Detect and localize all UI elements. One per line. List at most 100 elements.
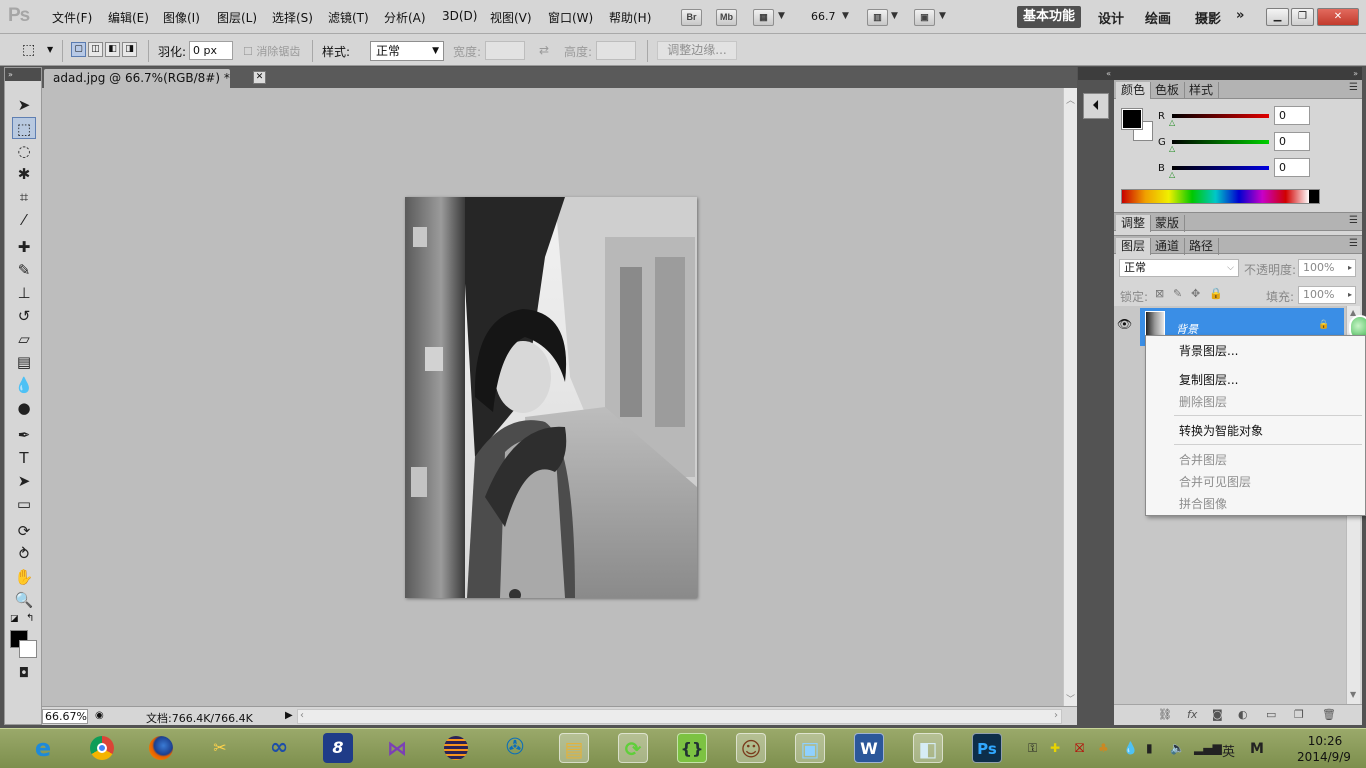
collapse-icon[interactable]: »: [5, 68, 41, 81]
collapse-panels-icon[interactable]: »: [1114, 67, 1362, 80]
blue-slider-knob[interactable]: △: [1169, 170, 1175, 179]
chevron-down-icon[interactable]: ▼: [939, 11, 946, 21]
menu-3d[interactable]: 3D(D): [442, 9, 477, 23]
swap-colors-icon[interactable]: ↰: [26, 613, 34, 624]
type-tool-icon[interactable]: T: [12, 447, 36, 469]
menu-edit[interactable]: 编辑(E): [108, 9, 149, 26]
fill-arrow-icon[interactable]: ▸: [1348, 287, 1352, 303]
status-info-icon[interactable]: ◉: [95, 710, 104, 721]
folder-icon[interactable]: ▤: [559, 733, 589, 763]
mini-bridge-button[interactable]: Mb: [716, 9, 737, 26]
move-tool-icon[interactable]: ➤: [12, 94, 36, 116]
tray-qq-icon[interactable]: ♣: [1098, 741, 1109, 755]
volume-icon[interactable]: 🔈: [1170, 741, 1185, 755]
tab-paths[interactable]: 路径: [1184, 238, 1220, 255]
path-selection-tool-icon[interactable]: ➤: [12, 470, 36, 492]
chrome-icon[interactable]: [87, 733, 117, 763]
gradient-tool-icon[interactable]: ▤: [12, 351, 36, 373]
tab-color[interactable]: 颜色: [1116, 82, 1152, 99]
shape-tool-icon[interactable]: ▭: [12, 493, 36, 515]
layer-thumbnail[interactable]: [1145, 311, 1165, 337]
scroll-down-icon[interactable]: ﹀: [1066, 692, 1075, 705]
quick-mask-icon[interactable]: ◘: [12, 663, 36, 685]
tab-layers[interactable]: 图层: [1116, 238, 1152, 255]
red-value-input[interactable]: 0: [1274, 106, 1310, 125]
lock-position-icon[interactable]: ✥: [1191, 287, 1200, 300]
height-input[interactable]: [596, 41, 636, 60]
history-brush-tool-icon[interactable]: ↺: [12, 305, 36, 327]
menu-view[interactable]: 视图(V): [490, 9, 532, 26]
visibility-eye-icon[interactable]: 👁: [1117, 317, 1132, 331]
zoom-level-field[interactable]: 66.7: [811, 10, 836, 23]
green-slider[interactable]: [1172, 140, 1269, 144]
sync-icon[interactable]: ⟳: [618, 733, 648, 763]
eclipse-icon[interactable]: [441, 733, 471, 763]
brackets-icon[interactable]: {}: [677, 733, 707, 763]
style-select[interactable]: 正常 ▼: [370, 41, 444, 61]
marquee-preset-icon[interactable]: ⬚: [22, 42, 35, 58]
restore-button[interactable]: ❐: [1291, 8, 1314, 26]
tab-swatches[interactable]: 色板: [1150, 82, 1186, 99]
firefox-icon[interactable]: [146, 733, 176, 763]
opacity-arrow-icon[interactable]: ▸: [1348, 260, 1352, 276]
marquee-tool-icon[interactable]: ⬚: [12, 117, 36, 139]
word-icon[interactable]: W: [854, 733, 884, 763]
color-spectrum-bar[interactable]: [1121, 189, 1320, 204]
signal-icon[interactable]: ▂▄▆: [1194, 741, 1222, 755]
vertical-scrollbar[interactable]: ︿ ﹀: [1063, 88, 1077, 706]
add-selection-icon[interactable]: ◫: [88, 42, 103, 57]
extras-icon[interactable]: ▦: [753, 9, 774, 26]
ime-mode[interactable]: M: [1250, 741, 1264, 757]
adjustment-layer-icon[interactable]: ◐: [1238, 708, 1248, 721]
menu-item-convert-smart-object[interactable]: 转换为智能对象: [1179, 422, 1263, 439]
menu-item-duplicate-layer[interactable]: 复制图层...: [1179, 371, 1238, 388]
menu-file[interactable]: 文件(F): [52, 9, 92, 26]
healing-brush-tool-icon[interactable]: ✚: [12, 236, 36, 258]
opacity-input[interactable]: 100% ▸: [1298, 259, 1356, 277]
default-colors-icon[interactable]: ◪: [10, 614, 19, 624]
blend-mode-select[interactable]: 正常 ⌵: [1119, 259, 1239, 277]
more-workspaces-button[interactable]: »: [1236, 8, 1244, 23]
link-layers-icon[interactable]: ⛓: [1158, 708, 1172, 721]
3d-rotate-tool-icon[interactable]: ⟳: [12, 520, 36, 542]
horizontal-scrollbar[interactable]: ‹ ›: [297, 709, 1062, 724]
menu-filter[interactable]: 滤镜(T): [328, 9, 369, 26]
refine-edge-button[interactable]: 调整边缘...: [657, 41, 737, 60]
blue-slider[interactable]: [1172, 166, 1269, 170]
menu-image[interactable]: 图像(I): [163, 9, 200, 26]
workspace-photography[interactable]: 摄影: [1195, 8, 1221, 27]
notepad-icon[interactable]: ◧: [913, 733, 943, 763]
menu-layer[interactable]: 图层(L): [217, 9, 257, 26]
clock-date[interactable]: 2014/9/9: [1286, 750, 1362, 764]
chevron-down-icon[interactable]: ▼: [47, 45, 53, 54]
chevron-down-icon[interactable]: ▼: [778, 11, 785, 21]
new-selection-icon[interactable]: ▢: [71, 42, 86, 57]
tab-adjustments[interactable]: 调整: [1116, 215, 1152, 232]
ie-icon[interactable]: e: [28, 733, 58, 763]
canvas-area[interactable]: [42, 88, 1063, 706]
avatar-icon[interactable]: ☺: [736, 733, 766, 763]
width-input[interactable]: [485, 41, 525, 60]
ime-language[interactable]: 英: [1222, 741, 1235, 760]
document-tab[interactable]: adad.jpg @ 66.7%(RGB/8#) *: [44, 69, 230, 88]
lock-transparent-icon[interactable]: ⊠: [1155, 287, 1164, 300]
infinity-icon[interactable]: ∞: [264, 733, 294, 763]
new-layer-icon[interactable]: ❐: [1294, 708, 1304, 721]
intersect-selection-icon[interactable]: ◨: [122, 42, 137, 57]
red-slider-knob[interactable]: △: [1169, 118, 1175, 127]
close-button[interactable]: ✕: [1317, 8, 1359, 26]
tray-security-icon[interactable]: ⛝: [1075, 741, 1084, 756]
add-mask-icon[interactable]: ◙: [1212, 708, 1223, 721]
document-image[interactable]: [405, 197, 697, 598]
workspace-painting[interactable]: 绘画: [1145, 8, 1171, 27]
history-panel-icon[interactable]: ⏴: [1083, 93, 1109, 119]
arrange-documents-icon[interactable]: ▥: [867, 9, 888, 26]
brush-tool-icon[interactable]: ✎: [12, 259, 36, 281]
dodge-tool-icon[interactable]: ●: [12, 397, 36, 419]
menu-item-delete-layer[interactable]: 删除图层: [1179, 393, 1227, 410]
tray-device-icon[interactable]: ▮: [1146, 741, 1153, 755]
chevron-down-icon[interactable]: ▼: [891, 11, 898, 21]
feather-input[interactable]: 0 px: [189, 41, 233, 60]
photoshop-icon[interactable]: Ps: [972, 733, 1002, 763]
swap-icon[interactable]: ⇄: [539, 43, 549, 57]
